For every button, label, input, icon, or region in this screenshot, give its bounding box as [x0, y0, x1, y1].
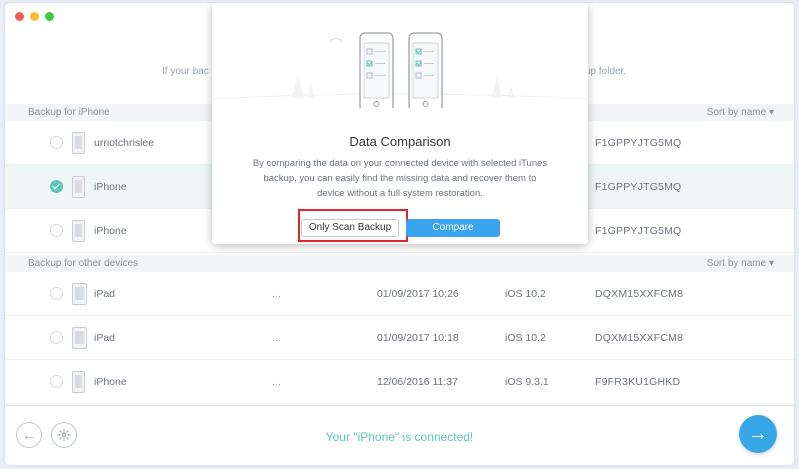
radio-button[interactable] [50, 136, 63, 149]
ipad-icon [72, 283, 87, 305]
device-name: urnotchrislee [94, 137, 155, 149]
chevron-down-icon: ▾ [768, 107, 774, 118]
radio-button[interactable] [50, 331, 63, 344]
phone-right-icon [408, 32, 443, 108]
arrow-right-icon: → [748, 422, 768, 445]
iphone-icon [72, 132, 85, 154]
iphone-icon [72, 371, 85, 393]
backup-date: 12/06/2016 11:37 [377, 376, 458, 388]
backup-date: 01/09/2017 10:18 [377, 332, 459, 344]
radio-button[interactable] [50, 287, 63, 300]
ios-version: iOS 9.3.1 [505, 376, 549, 388]
device-name: iPad [94, 288, 116, 300]
backup-date: 01/09/2017 10:26 [377, 288, 459, 300]
section-title: Backup for other devices [28, 258, 139, 269]
connection-status: Your "iPhone" is connected! [325, 430, 474, 444]
instruction-text-left: If your bac [162, 66, 209, 77]
dialog-title: Data Comparison [349, 134, 451, 149]
ios-version: iOS 10.2 [505, 288, 546, 300]
dialog-description: By comparing the data on your connected … [252, 158, 548, 199]
ipad-icon [72, 327, 87, 349]
sort-dropdown[interactable]: Sort by name ▾ [707, 107, 774, 118]
next-button[interactable]: → [739, 415, 777, 453]
backup-size: ... [272, 288, 281, 300]
device-name: iPad [94, 332, 116, 344]
app-window: If your bac ckup folder. Backup for iPho… [5, 3, 794, 465]
radio-button[interactable] [50, 224, 63, 237]
ios-version: iOS 10.2 [505, 332, 546, 344]
backup-row[interactable]: iPhone ... 12/06/2016 11:37 iOS 9.3.1 F9… [5, 360, 794, 404]
chevron-down-icon: ▾ [768, 258, 774, 269]
maximize-window-button[interactable] [45, 12, 54, 21]
comparison-illustration [212, 32, 588, 108]
only-scan-backup-button[interactable]: Only Scan Backup [301, 219, 399, 237]
serial-number: F1GPPYJTG5MQ [595, 181, 682, 193]
sort-label: Sort by name [706, 258, 767, 269]
section-title: Backup for iPhone [28, 107, 110, 118]
footer-bar: ← Your "iPhone" is connected! → [5, 405, 794, 465]
close-window-button[interactable] [15, 12, 24, 21]
backup-size: ... [272, 332, 281, 344]
serial-number: F9FR3KU1GHKD [595, 376, 681, 388]
window-controls [15, 12, 54, 21]
device-name: iPhone [94, 376, 127, 388]
radio-button[interactable] [50, 375, 63, 388]
phone-left-icon [359, 32, 394, 108]
minimize-window-button[interactable] [30, 12, 39, 21]
sort-label: Sort by name [706, 107, 767, 118]
radio-button-checked[interactable] [50, 180, 63, 193]
backup-size: ... [272, 376, 281, 388]
iphone-icon [72, 176, 85, 198]
serial-number: F1GPPYJTG5MQ [595, 225, 682, 237]
sort-dropdown[interactable]: Sort by name ▾ [707, 258, 774, 269]
device-name: iPhone [94, 181, 127, 193]
section-header-other: Backup for other devices Sort by name ▾ [5, 255, 794, 272]
device-name: iPhone [94, 225, 127, 237]
backup-row[interactable]: iPad ... 01/09/2017 10:26 iOS 10.2 DQXM1… [5, 272, 794, 316]
data-comparison-dialog: Data Comparison By comparing the data on… [212, 3, 588, 244]
iphone-icon [72, 220, 85, 242]
backup-row[interactable]: iPad ... 01/09/2017 10:18 iOS 10.2 DQXM1… [5, 316, 794, 360]
compare-button[interactable]: Compare [406, 219, 500, 237]
serial-number: F1GPPYJTG5MQ [595, 137, 682, 149]
serial-number: DQXM15XXFCM8 [595, 288, 684, 300]
serial-number: DQXM15XXFCM8 [595, 332, 684, 344]
